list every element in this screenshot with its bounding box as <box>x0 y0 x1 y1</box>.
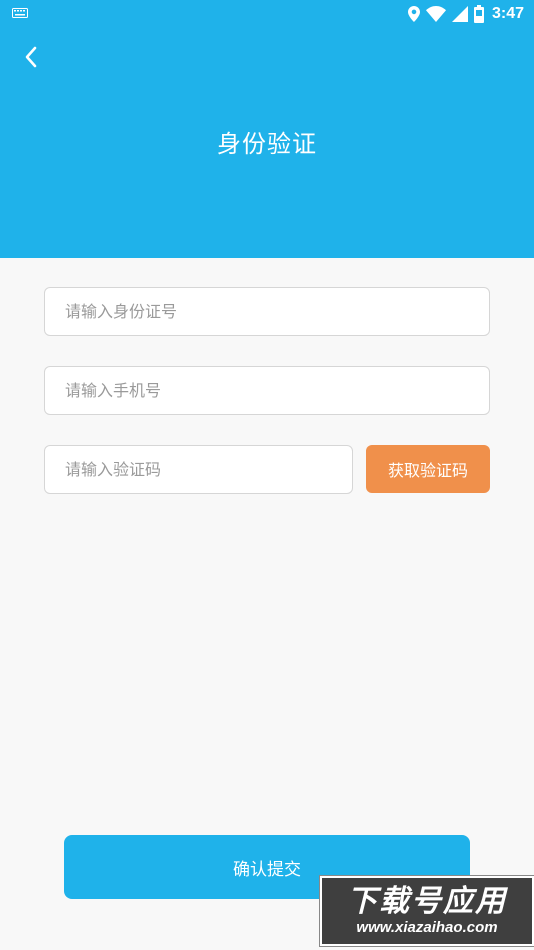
status-bar: 3:47 <box>0 0 534 28</box>
battery-icon <box>473 5 484 23</box>
wifi-icon <box>425 6 446 22</box>
phone-field[interactable] <box>44 366 490 415</box>
get-code-button[interactable]: 获取验证码 <box>366 445 490 493</box>
code-field[interactable] <box>44 445 353 494</box>
phone-input[interactable] <box>45 367 489 414</box>
watermark-logo: 下载号应用 www.xiazaihao.com <box>320 876 534 946</box>
watermark-url-text: www.xiazaihao.com <box>356 919 498 936</box>
signal-icon <box>451 6 468 22</box>
location-icon <box>407 6 420 22</box>
keyboard-icon <box>12 8 28 18</box>
status-time: 3:47 <box>491 5 524 22</box>
watermark-main-text: 下载号应用 <box>347 884 507 919</box>
code-input[interactable] <box>45 446 352 493</box>
id-number-field[interactable] <box>44 287 490 336</box>
page-title: 身份验证 <box>217 130 317 158</box>
chevron-left-icon <box>25 46 37 68</box>
id-number-input[interactable] <box>45 288 489 335</box>
back-button[interactable] <box>14 42 48 72</box>
header: 3:47 身份验证 <box>0 0 534 258</box>
